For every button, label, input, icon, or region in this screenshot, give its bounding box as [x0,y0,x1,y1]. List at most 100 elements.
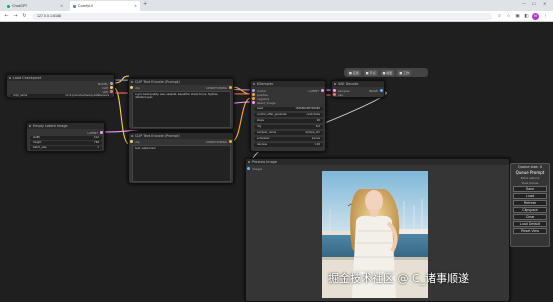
forward-icon[interactable]: → [12,13,19,20]
output-model-socket[interactable] [110,82,113,85]
widget-value: 1.00 [314,143,320,146]
seed-widget[interactable]: seed 156680208700286 [254,107,323,111]
close-window-icon[interactable]: ✕ [543,1,546,6]
cfg-widget[interactable]: cfg 8.0 [254,125,323,129]
node-ksampler[interactable]: KSampler model positive negative latent_… [250,80,326,152]
widget-label: width [33,136,41,139]
maximize-icon[interactable]: ☐ [532,1,536,6]
output-latent-socket[interactable] [100,131,103,134]
toolbar-button-1[interactable]: ■ 应用 [347,69,361,76]
comfyui-favicon-icon [73,4,76,8]
refresh-button[interactable]: Refresh [513,200,547,206]
clip-link-neg [113,87,130,145]
input-latent-image-label: latent_image [257,101,276,105]
toolbar-button-2[interactable]: ■ 节点 [363,69,378,76]
height-widget[interactable]: height 768 [30,141,102,145]
load-button[interactable]: Load [513,193,547,199]
menu-dots-icon[interactable]: ⋮ [542,13,549,20]
sampler-name-widget[interactable]: sampler_name dpmpp_2m [254,131,323,135]
chatgpt-favicon-icon [7,4,10,8]
node-clip-text-encode-negative[interactable]: CLIP Text Encode (Prompt) clip CONDITION… [128,132,234,184]
prompt-textarea[interactable]: a girl, best quality, sea, seaside, beau… [132,91,231,128]
reload-icon[interactable]: ↻ [21,13,28,20]
close-tab-icon[interactable]: ✕ [134,4,137,8]
tab-comfyui[interactable]: ComfyUI ✕ [70,1,140,11]
widget-value: 1 [97,146,99,149]
node-canvas[interactable]: Load Checkpoint MODEL CLIP VAE ckpt_name… [0,22,553,302]
widget-label: height [33,141,42,144]
input-positive-socket[interactable] [252,93,255,96]
toolbar-button-4[interactable]: ■ 工作 [397,69,412,76]
queue-prompt-button[interactable]: Queue Prompt [511,170,549,175]
input-clip-label: clip [135,86,140,90]
output-vae-socket[interactable] [110,90,113,93]
tab-label: ChatGPT [12,4,28,8]
ckpt-name-widget[interactable]: ckpt_name v1-5-pruned-emaonly.safetensor… [10,94,112,98]
sidebar-icon[interactable]: ◧ [523,13,530,20]
node-title: VAE Decode [332,81,384,87]
input-negative-socket[interactable] [252,97,255,100]
node-title: CLIP Text Encode (Prompt) [129,133,233,139]
extra-options-toggle[interactable]: Extra options [511,176,549,180]
widget-value: randomize [306,113,320,116]
extensions-icon[interactable]: ▣ [514,13,521,20]
width-widget[interactable]: width 512 [30,136,102,140]
negative-link [231,97,252,142]
back-icon[interactable]: ← [3,13,10,20]
steps-widget[interactable]: steps 20 [254,119,323,123]
node-load-checkpoint[interactable]: Load Checkpoint MODEL CLIP VAE ckpt_name… [6,74,115,98]
view-queue-button[interactable]: View Queue [511,181,549,185]
widget-label: scheduler [257,137,270,140]
widget-value: 768 [94,141,99,144]
output-latent-socket[interactable] [321,89,324,92]
minimize-icon[interactable]: — [522,1,526,6]
output-image-socket[interactable] [380,89,383,92]
url-input[interactable]: 127.0.0.1:8188 [32,13,492,20]
output-clip-socket[interactable] [110,86,113,89]
zoom-icon[interactable]: ⌕ [496,13,503,20]
close-tab-icon[interactable]: ✕ [60,4,63,8]
node-empty-latent-image[interactable]: Empty Latent Image LATENT width 512 heig… [26,122,105,152]
output-conditioning-socket[interactable] [229,140,232,143]
input-samples-socket[interactable] [333,89,336,92]
profile-avatar[interactable]: M [532,13,539,20]
output-image-label: IMAGE [368,89,378,93]
new-tab-icon[interactable]: + [143,1,147,7]
input-images-label: images [252,167,263,171]
prompt-textarea[interactable]: text, watermark [132,145,231,182]
bookmark-icon[interactable]: ☆ [505,13,512,20]
node-vae-decode[interactable]: VAE Decode samples vae IMAGE [331,80,385,98]
widget-value: 8.0 [315,125,320,128]
load-default-button[interactable]: Load Default [513,221,547,227]
widget-value: karras [311,137,320,140]
widget-value: 20 [316,119,320,122]
batch-size-widget[interactable]: batch_size 1 [30,146,102,150]
clipspace-button[interactable]: Clipspace [513,207,547,213]
input-images-socket[interactable] [247,167,250,170]
clear-button[interactable]: Clear [513,214,547,220]
input-model-socket[interactable] [252,89,255,92]
url-text: 127.0.0.1:8188 [37,14,61,18]
input-latent-image-socket[interactable] [252,101,255,104]
widget-value: v1-5-pruned-emaonly.safetensors [65,94,109,97]
output-latent-label: LATENT [308,89,319,93]
input-vae-socket[interactable] [333,93,336,96]
widget-label: sampler_name [257,131,277,134]
save-button[interactable]: Save [513,186,547,192]
input-vae-label: vae [338,93,344,97]
node-title: Preview Image [246,159,509,165]
denoise-widget[interactable]: denoise 1.00 [254,143,323,147]
widget-label: batch_size [33,146,47,149]
toolbar-button-3[interactable]: ■ 模型 [380,69,395,76]
control-after-generate-widget[interactable]: control_after_generate randomize [254,113,323,117]
input-clip-socket[interactable] [130,140,133,143]
node-clip-text-encode-positive[interactable]: CLIP Text Encode (Prompt) clip CONDITION… [128,78,234,130]
widget-label: ckpt_name [13,94,28,97]
scheduler-widget[interactable]: scheduler karras [254,137,323,141]
tab-chatgpt[interactable]: ChatGPT ✕ [4,1,66,11]
reset-view-button[interactable]: Reset View [513,228,547,234]
node-title: CLIP Text Encode (Prompt) [129,79,233,85]
input-clip-socket[interactable] [130,86,133,89]
output-conditioning-socket[interactable] [229,86,232,89]
widget-label: steps [257,119,264,122]
